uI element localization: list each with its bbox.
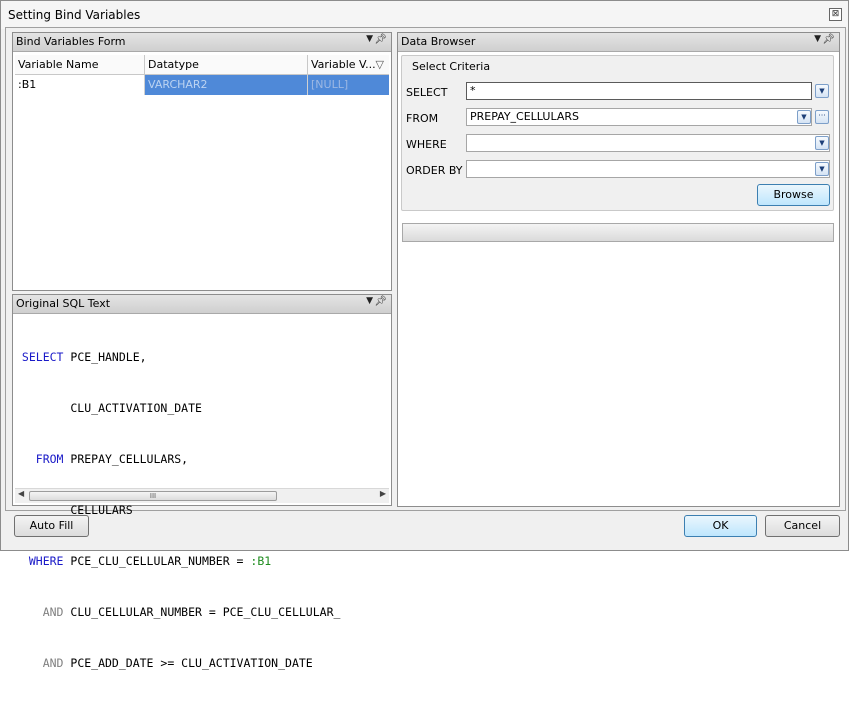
auto-fill-button[interactable]: Auto Fill xyxy=(14,515,89,537)
panel-title: Bind Variables Form xyxy=(16,35,126,48)
browse-button[interactable]: Browse xyxy=(757,184,830,206)
pin-icon[interactable]: 📌︎ xyxy=(374,296,387,307)
select-criteria-group: Select Criteria SELECT * ▼ FROM PREPAY_C… xyxy=(401,55,834,211)
cancel-button[interactable]: Cancel xyxy=(765,515,840,537)
orderby-label: ORDER BY xyxy=(406,164,463,177)
column-header-variable-name[interactable]: Variable Name xyxy=(15,55,145,74)
ellipsis-button[interactable]: ··· xyxy=(815,110,829,124)
chevron-down-icon[interactable]: ▼ xyxy=(815,162,829,176)
orderby-input[interactable] xyxy=(466,160,830,178)
from-input[interactable]: PREPAY_CELLULARS xyxy=(466,108,812,126)
cell-datatype[interactable]: VARCHAR2 xyxy=(145,75,308,95)
cell-variable-name[interactable]: :B1 xyxy=(15,75,145,95)
sql-text-run: PREPAY_CELLULARS, xyxy=(63,452,189,466)
panel-header: Bind Variables Form ▼ 📌︎ xyxy=(13,33,391,52)
pin-icon[interactable]: 📌︎ xyxy=(822,34,835,45)
sql-text-run: PCE_ADD_DATE >= CLU_ACTIVATION_DATE xyxy=(63,656,313,670)
panel-title: Original SQL Text xyxy=(16,297,111,310)
column-header-datatype[interactable]: Datatype xyxy=(145,55,308,74)
sql-keyword: AND xyxy=(15,656,64,670)
window-title: Setting Bind Variables xyxy=(8,8,141,22)
pin-icon[interactable]: 📌︎ xyxy=(374,34,387,45)
scroll-left-icon[interactable]: ◀ xyxy=(18,489,24,498)
sql-line: FROM PREPAY_CELLULARS, xyxy=(15,451,340,468)
sql-text-run: PCE_CLU_CELLULAR_NUMBER = xyxy=(63,554,251,568)
scrollbar-thumb[interactable]: III xyxy=(29,491,277,501)
ok-button[interactable]: OK xyxy=(684,515,757,537)
data-browser-panel: Data Browser ▼ 📌︎ Select Criteria SELECT… xyxy=(397,32,840,507)
results-grid-header xyxy=(402,223,834,242)
where-label: WHERE xyxy=(406,138,447,151)
sql-line: AND PCE_ADD_DATE >= CLU_ACTIVATION_DATE xyxy=(15,655,340,672)
title-bar: Setting Bind Variables ⊠ xyxy=(1,1,848,29)
sql-keyword: WHERE xyxy=(15,554,64,568)
chevron-down-icon[interactable]: ▼ xyxy=(366,34,373,44)
select-input[interactable]: * xyxy=(466,82,812,100)
from-label: FROM xyxy=(406,112,439,125)
sql-text[interactable]: SELECT PCE_HANDLE, CLU_ACTIVATION_DATE F… xyxy=(15,315,341,706)
sql-line: WHERE PCE_CLU_CELLULAR_NUMBER = :B1 xyxy=(15,553,340,570)
close-icon[interactable]: ⊠ xyxy=(829,8,842,21)
column-header-label: Variable V... xyxy=(311,58,376,71)
sql-line: AND CLU_CELLULAR_NUMBER = PCE_CLU_CELLUL… xyxy=(15,604,341,621)
sql-text-run: PCE_HANDLE, xyxy=(63,350,147,364)
sql-text-panel: Original SQL Text ▼ 📌︎ SELECT PCE_HANDLE… xyxy=(12,294,392,670)
panel-header: Data Browser ▼ 📌︎ xyxy=(398,33,839,52)
sql-line: SELECT PCE_HANDLE, xyxy=(15,349,340,366)
chevron-down-icon[interactable]: ▼ xyxy=(814,34,821,44)
sql-keyword: SELECT xyxy=(15,350,64,364)
filter-icon[interactable]: ▽ xyxy=(376,55,384,74)
sql-bind-variable: :B1 xyxy=(250,554,272,568)
bind-variables-panel: Bind Variables Form ▼ 📌︎ Variable Name D… xyxy=(12,32,392,291)
scroll-right-icon[interactable]: ▶ xyxy=(380,489,386,498)
sql-keyword: AND xyxy=(15,605,64,619)
chevron-down-icon[interactable]: ▼ xyxy=(797,110,811,124)
column-header-variable-value[interactable]: Variable V... ▽ xyxy=(308,55,389,74)
group-title: Select Criteria xyxy=(412,60,491,73)
sql-line: CLU_ACTIVATION_DATE xyxy=(15,400,340,417)
grid-header: Variable Name Datatype Variable V... ▽ xyxy=(15,55,389,75)
select-label: SELECT xyxy=(406,86,448,99)
chevron-down-icon[interactable]: ▼ xyxy=(366,296,373,306)
sql-text-run: CLU_ACTIVATION_DATE xyxy=(15,401,202,415)
sql-keyword: FROM xyxy=(15,452,64,466)
bind-variables-dialog: Setting Bind Variables ⊠ Bind Variables … xyxy=(0,0,849,670)
dialog-body: Bind Variables Form ▼ 📌︎ Variable Name D… xyxy=(5,27,846,670)
panel-title: Data Browser xyxy=(401,35,476,48)
chevron-down-icon[interactable]: ▼ xyxy=(815,84,829,98)
where-input[interactable] xyxy=(466,134,830,152)
table-row[interactable]: :B1 VARCHAR2 [NULL] xyxy=(15,75,389,95)
chevron-down-icon[interactable]: ▼ xyxy=(815,136,829,150)
horizontal-scrollbar[interactable]: ◀ III ▶ xyxy=(15,488,389,503)
panel-header: Original SQL Text ▼ 📌︎ xyxy=(13,295,391,314)
cell-variable-value[interactable]: [NULL] xyxy=(308,75,389,95)
sql-text-run: CLU_CELLULAR_NUMBER = PCE_CLU_CELLULAR_ xyxy=(63,605,341,619)
